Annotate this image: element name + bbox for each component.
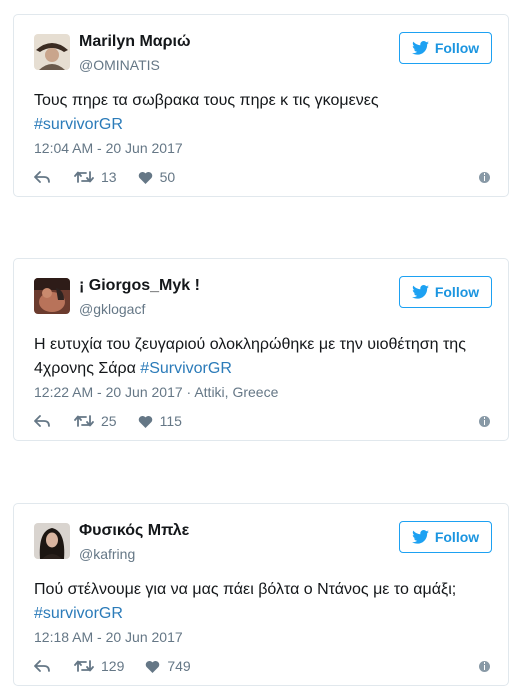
display-name[interactable]: Φυσικός Μπλε [79,522,189,540]
follow-label: Follow [434,284,480,300]
heart-icon [138,415,152,428]
display-name[interactable]: ¡ Giorgos_Myk ! [79,277,200,295]
retweet-icon [74,415,94,427]
like-count: 749 [167,658,191,674]
tweet-card: ¡ Giorgos_Myk ! @gklogacf Follow Η ευτυχ… [13,258,509,441]
follow-label: Follow [434,40,480,56]
follow-button[interactable]: Follow [399,521,492,553]
retweet-button[interactable]: 129 [74,658,124,674]
twitter-bird-icon [411,41,429,55]
tweet-actions: 13 50 [34,167,175,187]
tweet-card: Marilyn Μαριώ @OMINATIS Follow Τους πηρε… [13,14,509,197]
avatar[interactable] [34,34,70,70]
reply-icon [34,171,50,183]
follow-button[interactable]: Follow [399,276,492,308]
like-count: 115 [159,413,182,429]
like-button[interactable]: 50 [138,169,176,185]
retweet-count: 129 [101,658,125,674]
follow-label: Follow [434,529,480,545]
heart-icon [138,171,152,184]
tweet-actions: 129 749 [34,656,191,676]
avatar[interactable] [34,523,70,559]
retweet-button[interactable]: 25 [74,413,117,429]
like-count: 50 [159,169,176,185]
info-icon[interactable] [479,416,490,427]
reply-icon [34,660,50,672]
user-handle[interactable]: @gklogacf [79,301,145,317]
follow-button[interactable]: Follow [399,32,492,64]
hashtag-link[interactable]: #survivorGR [34,605,123,622]
timestamp[interactable]: 12:04 AM - 20 Jun 2017 [34,140,183,156]
like-button[interactable]: 115 [138,413,182,429]
retweet-button[interactable]: 13 [74,169,117,185]
reply-button[interactable] [34,171,50,183]
info-icon[interactable] [479,172,490,183]
tweet-actions: 25 115 [34,411,182,431]
twitter-bird-icon [411,530,429,544]
reply-icon [34,415,50,427]
hashtag-link[interactable]: #SurvivorGR [140,360,232,377]
avatar[interactable] [34,278,70,314]
retweet-count: 25 [101,413,117,429]
tweet-body: Πού στέλνουμε για να μας πάει βόλτα ο Ντ… [34,581,457,598]
tweet-body: Η ευτυχία του ζευγαριού ολοκληρώθηκε με … [34,336,466,377]
tweet-text: Τους πηρε τα σωβρακα τους πηρε κ τις γκο… [34,89,494,137]
display-name[interactable]: Marilyn Μαριώ [79,33,190,51]
tweet-text: Η ευτυχία του ζευγαριού ολοκληρώθηκε με … [34,333,494,381]
tweet-body: Τους πηρε τα σωβρακα τους πηρε κ τις γκο… [34,92,379,109]
like-button[interactable]: 749 [145,658,191,674]
reply-button[interactable] [34,415,50,427]
user-handle[interactable]: @OMINATIS [79,57,160,73]
hashtag-link[interactable]: #survivorGR [34,116,123,133]
tweet-card: Φυσικός Μπλε @kafring Follow Πού στέλνου… [13,503,509,686]
retweet-count: 13 [101,169,117,185]
info-icon[interactable] [479,661,490,672]
heart-icon [146,660,160,673]
tweet-text: Πού στέλνουμε για να μας πάει βόλτα ο Ντ… [34,578,494,626]
timestamp[interactable]: 12:18 AM - 20 Jun 2017 [34,629,183,645]
user-handle[interactable]: @kafring [79,546,135,562]
retweet-icon [74,660,94,672]
retweet-icon [74,171,94,183]
reply-button[interactable] [34,660,50,672]
timestamp[interactable]: 12:22 AM - 20 Jun 2017 · Attiki, Greece [34,384,278,400]
twitter-bird-icon [411,285,429,299]
